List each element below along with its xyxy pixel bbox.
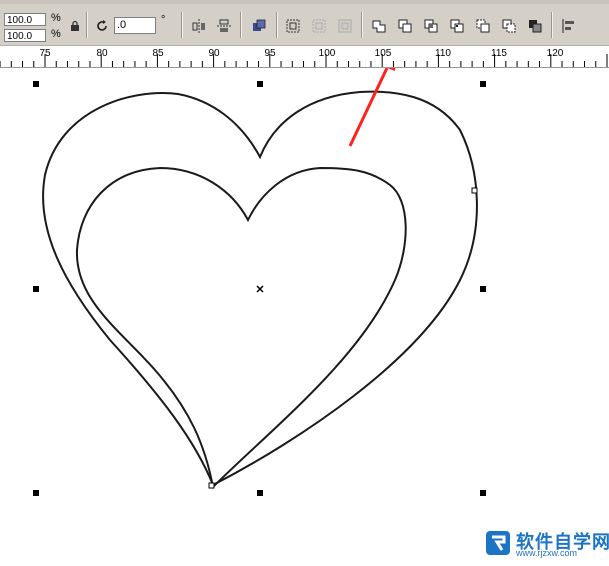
toolbar-separator xyxy=(276,12,278,38)
lock-icon xyxy=(71,20,79,31)
scale-width-unit: % xyxy=(51,12,61,24)
scale-height-input[interactable]: 100.0 xyxy=(4,29,46,42)
create-boundary-button[interactable] xyxy=(525,16,545,36)
rotation-angle-input[interactable]: .0 xyxy=(114,17,156,34)
ruler-label: 115 xyxy=(491,48,507,59)
front-minus-back-icon xyxy=(476,19,490,33)
ruler-label: 110 xyxy=(435,48,451,59)
selection-handle[interactable] xyxy=(33,81,39,87)
simplify-button[interactable] xyxy=(447,16,467,36)
mirror-vertical-button[interactable] xyxy=(214,16,234,36)
align-distribute-button[interactable] xyxy=(559,16,579,36)
center-marker xyxy=(256,285,264,293)
ruler-label: 75 xyxy=(39,48,51,59)
ruler-label: 105 xyxy=(374,48,392,59)
red-arrow-annotation xyxy=(348,68,396,147)
selection-handle[interactable] xyxy=(257,81,263,87)
toolbar-separator xyxy=(181,12,183,38)
ruler-label: 95 xyxy=(264,48,276,59)
ungroup-all-button[interactable] xyxy=(335,16,355,36)
selection-handle[interactable] xyxy=(480,490,486,496)
ruler-label: 100 xyxy=(318,48,336,59)
simplify-icon xyxy=(450,19,464,33)
lock-ratio-button[interactable] xyxy=(65,16,85,36)
ruler-ticks xyxy=(0,54,608,67)
combine-icon xyxy=(253,19,266,31)
front-minus-back-button[interactable] xyxy=(473,16,493,36)
group-icon xyxy=(286,19,300,33)
ungroup-icon xyxy=(312,19,326,33)
rotate-button[interactable] xyxy=(92,16,112,36)
back-minus-front-icon xyxy=(502,19,516,33)
create-boundary-icon xyxy=(529,20,542,33)
node-marker[interactable] xyxy=(208,482,215,489)
horizontal-ruler[interactable]: 75 80 85 90 95 100 105 110 115 120 xyxy=(0,46,609,68)
ruler-label: 90 xyxy=(208,48,220,59)
selection-handle[interactable] xyxy=(33,490,39,496)
scale-height-unit: % xyxy=(51,28,61,40)
intersect-icon xyxy=(424,19,438,33)
weld-button[interactable] xyxy=(369,16,389,36)
back-minus-front-button[interactable] xyxy=(499,16,519,36)
weld-icon xyxy=(372,20,386,33)
mirror-horizontal-icon xyxy=(192,19,205,33)
trim-button[interactable] xyxy=(395,16,415,36)
selection-handle[interactable] xyxy=(257,490,263,496)
ruler-label: 85 xyxy=(152,48,164,59)
ungroup-all-icon xyxy=(338,19,352,33)
node-marker[interactable] xyxy=(471,187,478,194)
selection-handle[interactable] xyxy=(33,286,39,292)
ruler-label: 120 xyxy=(546,48,564,59)
watermark: 软件自学网 www.rjzxw.com xyxy=(484,528,609,558)
rotation-unit: ° xyxy=(161,14,166,26)
toolbar-separator xyxy=(240,12,242,38)
selection-handle[interactable] xyxy=(480,81,486,87)
ungroup-button[interactable] xyxy=(309,16,329,36)
inner-heart-shape[interactable] xyxy=(75,166,407,490)
group-button[interactable] xyxy=(283,16,303,36)
scale-width-input[interactable]: 100.0 xyxy=(4,13,46,26)
top-strip xyxy=(0,0,609,4)
mirror-vertical-icon xyxy=(217,19,231,32)
rotate-icon xyxy=(97,20,107,31)
selection-handle[interactable] xyxy=(480,286,486,292)
property-bar: 100.0 100.0 % % .0 ° xyxy=(0,0,609,46)
watermark-logo-icon xyxy=(486,531,510,555)
toolbar-separator xyxy=(86,12,88,38)
mirror-horizontal-button[interactable] xyxy=(189,16,209,36)
artwork xyxy=(33,68,486,496)
toolbar-separator xyxy=(361,12,363,38)
drawing-canvas[interactable] xyxy=(0,68,609,566)
intersect-button[interactable] xyxy=(421,16,441,36)
ruler-label: 80 xyxy=(96,48,108,59)
watermark-url: www.rjzxw.com xyxy=(516,548,578,558)
align-left-icon xyxy=(562,19,574,33)
toolbar-separator xyxy=(551,12,553,38)
combine-button[interactable] xyxy=(249,16,269,36)
trim-icon xyxy=(398,19,412,33)
